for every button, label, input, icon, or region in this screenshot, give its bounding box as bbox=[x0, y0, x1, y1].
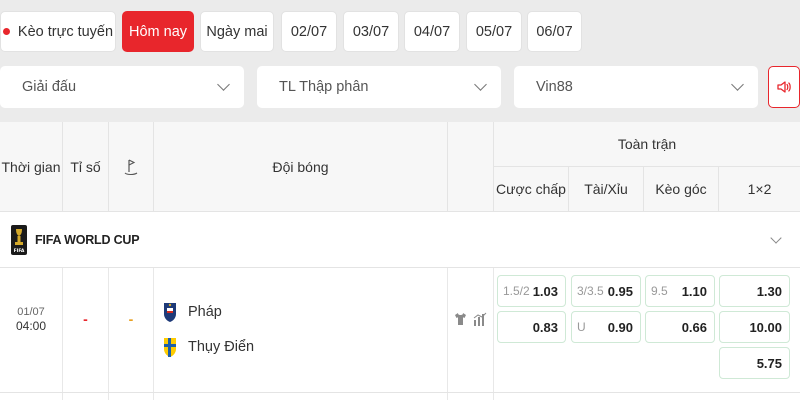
match-score: - bbox=[83, 311, 88, 327]
handicap-home-odds[interactable]: 1.5/2 1.03 bbox=[497, 275, 566, 307]
tab-live-odds[interactable]: Kèo trực tuyến bbox=[0, 11, 116, 52]
away-team[interactable]: Thụy Điển bbox=[162, 335, 254, 359]
handicap-line: 1.5/2 bbox=[503, 284, 530, 298]
match-score-cell: - bbox=[63, 268, 109, 400]
corners-over-odds[interactable]: 9.5 1.10 bbox=[645, 275, 715, 307]
tab-label: Ngày mai bbox=[206, 23, 268, 40]
league-row[interactable]: FIFA FIFA WORLD CUP bbox=[0, 212, 800, 268]
svg-text:FIFA: FIFA bbox=[14, 248, 25, 254]
over-under-line: 3/3.5 bbox=[577, 284, 604, 298]
tab-date-0307[interactable]: 03/07 bbox=[343, 11, 399, 52]
match-stats-cell bbox=[448, 268, 494, 400]
header-1x2: 1×2 bbox=[719, 167, 800, 212]
tab-label: Kèo trực tuyến bbox=[17, 23, 114, 40]
under-odds[interactable]: U 0.90 bbox=[571, 311, 641, 343]
sweden-crest-icon bbox=[164, 338, 176, 357]
match-time: 04:00 bbox=[15, 318, 47, 333]
header-teams-label: Đội bóng bbox=[272, 158, 329, 175]
handicap-away-odds[interactable]: 0.83 bbox=[497, 311, 566, 343]
tab-label: Hôm nay bbox=[128, 23, 188, 40]
home-win-value: 1.30 bbox=[756, 283, 782, 299]
away-team-name: Thụy Điển bbox=[188, 339, 255, 355]
home-team[interactable]: Pháp bbox=[162, 300, 222, 324]
away-win-odds[interactable]: 10.00 bbox=[719, 311, 790, 343]
tab-date-0407[interactable]: 04/07 bbox=[404, 11, 460, 52]
header-handicap-label: Cược chấp bbox=[496, 181, 566, 197]
tab-today[interactable]: Hôm nay bbox=[122, 11, 194, 52]
header-score: Tỉ số bbox=[63, 122, 109, 212]
header-time-label: Thời gian bbox=[1, 158, 61, 175]
corners-line: 9.5 bbox=[651, 284, 668, 298]
match-half-score: - bbox=[128, 311, 134, 327]
corners-under-value: 0.66 bbox=[681, 319, 707, 335]
tab-label: 04/07 bbox=[413, 23, 451, 40]
match-teams-cell bbox=[154, 268, 448, 400]
home-team-name: Pháp bbox=[188, 304, 222, 320]
bookmaker-select[interactable]: Vin88 bbox=[514, 66, 758, 108]
speaker-icon bbox=[777, 81, 791, 93]
match-date: 01/07 bbox=[17, 305, 45, 318]
stats-chart-icon[interactable] bbox=[473, 312, 487, 326]
chevron-down-icon bbox=[731, 78, 744, 91]
tab-label: 05/07 bbox=[475, 23, 513, 40]
header-full-match-label: Toàn trận bbox=[617, 136, 677, 152]
row-divider bbox=[0, 392, 800, 393]
header-over-under-label: Tài/Xỉu bbox=[584, 181, 628, 197]
draw-value: 5.75 bbox=[756, 355, 782, 371]
header-full-match: Toàn trận bbox=[494, 122, 800, 167]
header-score-label: Tỉ số bbox=[70, 158, 101, 175]
header-blank bbox=[448, 122, 494, 212]
chevron-down-icon[interactable] bbox=[770, 232, 782, 244]
corners-under-odds[interactable]: 0.66 bbox=[645, 311, 715, 343]
chevron-down-icon bbox=[217, 78, 230, 91]
under-value: 0.90 bbox=[607, 319, 633, 335]
bookmaker-value: Vin88 bbox=[536, 79, 573, 95]
tab-date-0507[interactable]: 05/07 bbox=[466, 11, 522, 52]
over-value: 0.95 bbox=[607, 283, 633, 299]
header-corners: Kèo góc bbox=[644, 167, 719, 212]
jersey-icon[interactable] bbox=[454, 312, 467, 326]
tab-label: 02/07 bbox=[290, 23, 328, 40]
live-dot-icon bbox=[2, 28, 10, 35]
tab-date-0207[interactable]: 02/07 bbox=[281, 11, 337, 52]
france-crest-icon bbox=[164, 303, 176, 322]
league-name: FIFA WORLD CUP bbox=[35, 232, 140, 247]
header-1x2-label: 1×2 bbox=[747, 181, 772, 197]
header-over-under: Tài/Xỉu bbox=[569, 167, 644, 212]
handicap-away-value: 0.83 bbox=[532, 319, 558, 335]
sound-toggle-button[interactable] bbox=[768, 66, 800, 108]
handicap-home-value: 1.03 bbox=[532, 283, 558, 299]
tab-tomorrow[interactable]: Ngày mai bbox=[200, 11, 274, 52]
header-corners-label: Kèo góc bbox=[655, 181, 707, 197]
tab-date-0607[interactable]: 06/07 bbox=[527, 11, 582, 52]
header-handicap: Cược chấp bbox=[494, 167, 569, 212]
odds-format-select[interactable]: TL Thập phân bbox=[257, 66, 501, 108]
under-label: U bbox=[577, 320, 586, 334]
chevron-down-icon bbox=[474, 78, 487, 91]
world-cup-trophy-icon: FIFA bbox=[11, 224, 27, 255]
tab-label: 03/07 bbox=[352, 23, 390, 40]
away-win-value: 10.00 bbox=[749, 319, 782, 335]
odds-table: Thời gian Tỉ số Đội bóng Toàn trận Cược … bbox=[0, 122, 800, 400]
league-select[interactable]: Giải đấu bbox=[0, 66, 244, 108]
match-half-score-cell: - bbox=[109, 268, 154, 400]
home-win-odds[interactable]: 1.30 bbox=[719, 275, 790, 307]
league-select-value: Giải đấu bbox=[22, 79, 77, 95]
corners-over-value: 1.10 bbox=[681, 283, 707, 299]
header-corner-flag bbox=[109, 122, 154, 212]
match-time-cell: 01/07 04:00 bbox=[0, 268, 63, 400]
header-time: Thời gian bbox=[0, 122, 63, 212]
header-teams: Đội bóng bbox=[154, 122, 448, 212]
tab-label: 06/07 bbox=[536, 23, 573, 40]
corner-flag-icon bbox=[124, 159, 138, 175]
draw-odds[interactable]: 5.75 bbox=[719, 347, 790, 379]
odds-format-value: TL Thập phân bbox=[279, 79, 369, 95]
over-odds[interactable]: 3/3.5 0.95 bbox=[571, 275, 641, 307]
